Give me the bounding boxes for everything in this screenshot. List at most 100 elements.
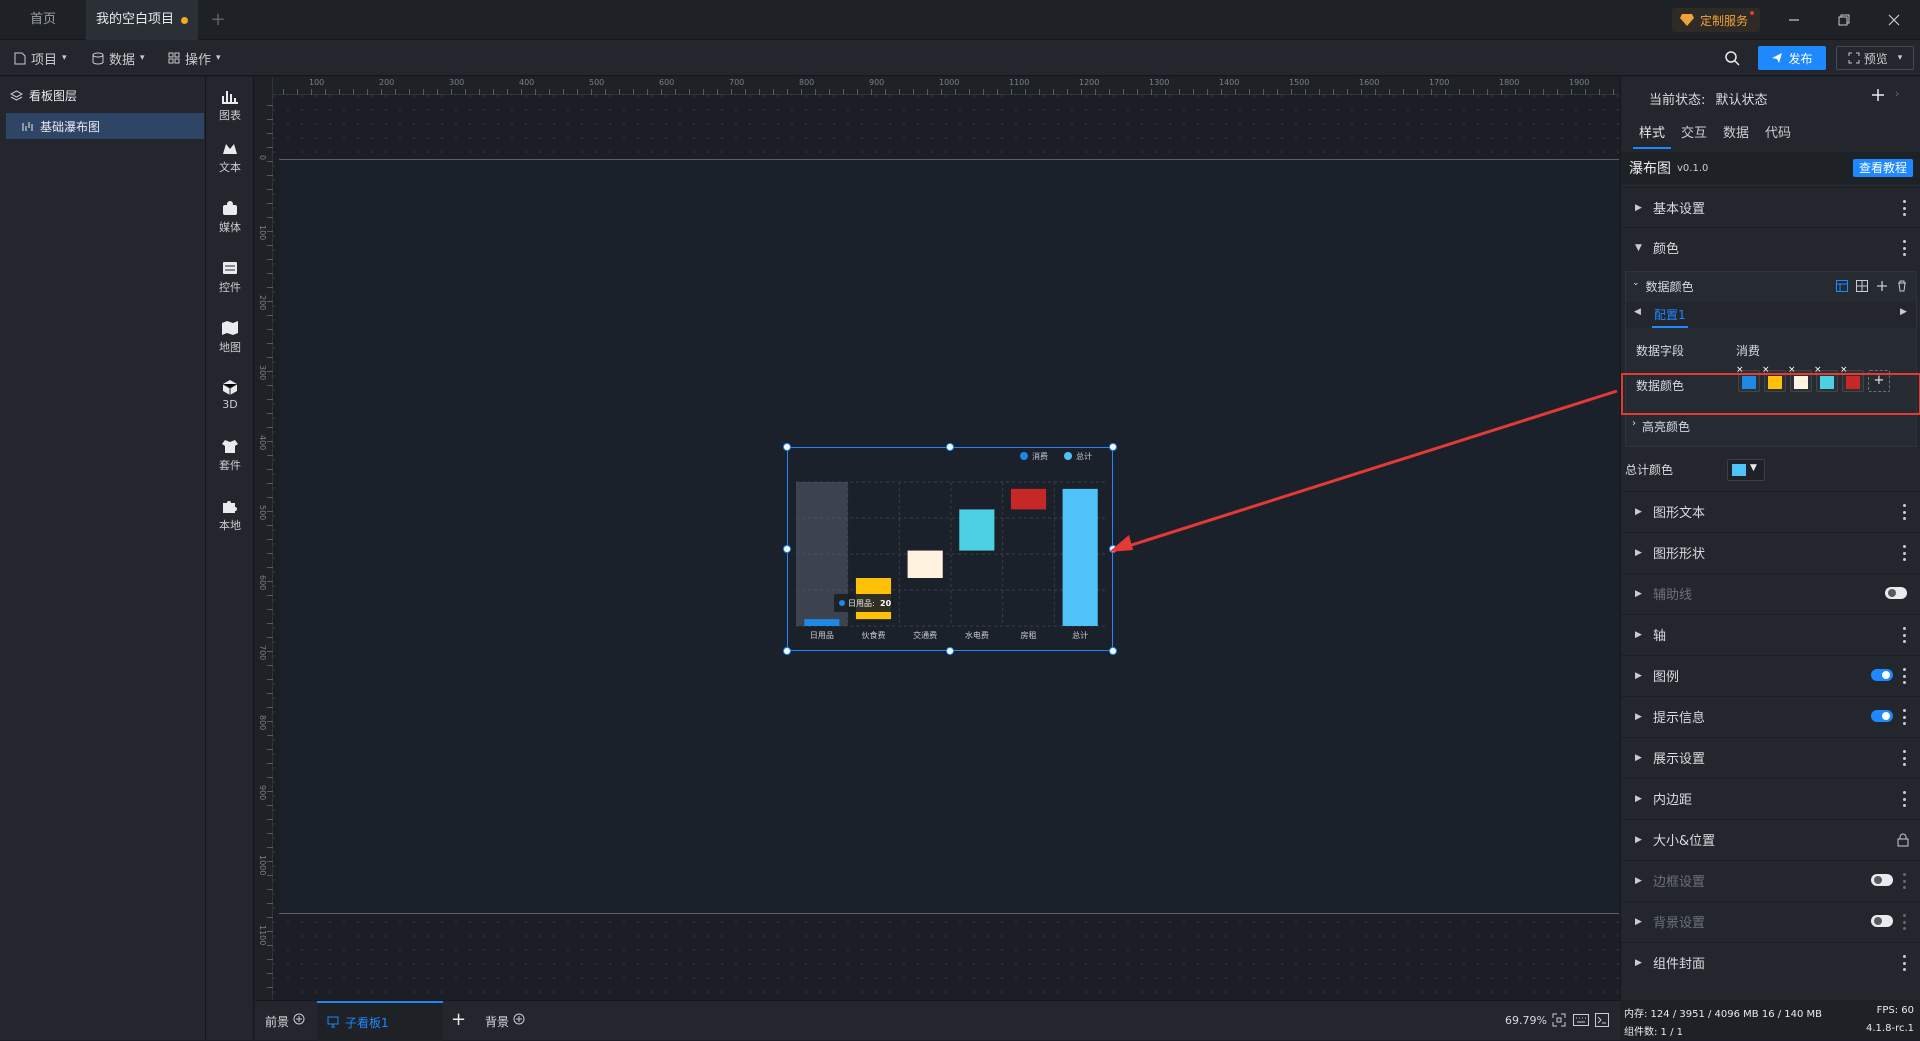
caret-left-icon[interactable]: ◀ [1634, 307, 1641, 317]
section-size-position[interactable]: ▶ 大小&位置 [1621, 819, 1920, 859]
tool-widget[interactable]: 控件 [206, 251, 254, 303]
menu-data[interactable]: 数据 ▾ [92, 40, 145, 76]
waterfall-chart-component[interactable]: 日用品 伙食费 交通费 水电费 房租 总计 消费 总计 日用品: 20 [787, 447, 1113, 651]
layout-icon[interactable] [1856, 280, 1868, 292]
more-icon[interactable] [1903, 914, 1907, 930]
tab-home[interactable]: 首页 [0, 0, 86, 40]
tool-media[interactable]: 媒体 [206, 191, 254, 243]
terminal-icon[interactable] [1595, 1013, 1609, 1027]
tab-interaction[interactable]: 交互 [1675, 119, 1713, 149]
section-tooltip[interactable]: ▶ 提示信息 [1621, 696, 1920, 736]
bar[interactable] [907, 550, 943, 578]
more-icon[interactable] [1903, 791, 1907, 807]
tab-data[interactable]: 数据 [1717, 119, 1755, 149]
minimize-icon[interactable] [1786, 12, 1802, 28]
section-color[interactable]: ▼ 颜色 [1621, 227, 1920, 267]
section-cover[interactable]: ▶ 组件封面 [1621, 942, 1920, 982]
legend-label[interactable]: 总计 [1076, 451, 1092, 461]
total-color-picker[interactable]: ▼ [1727, 459, 1765, 481]
tool-map[interactable]: 地图 [206, 311, 254, 363]
section-background[interactable]: ▶ 背景设置 [1621, 901, 1920, 941]
highlight-color-row[interactable]: › 高亮颜色 [1632, 418, 1690, 435]
tool-text[interactable]: 文本 [206, 131, 254, 183]
tool-chart[interactable]: 图表 [206, 79, 254, 131]
section-graph-shape[interactable]: ▶ 图形形状 [1621, 532, 1920, 572]
canvas-area[interactable]: 100 200 300 400 500 600 700 800 900 1000 1100 1200 1… [255, 77, 1619, 1000]
bar[interactable] [1010, 488, 1047, 510]
data-field-value[interactable]: 消费 [1736, 342, 1760, 359]
resize-handle[interactable] [783, 443, 791, 451]
more-icon[interactable] [1903, 873, 1907, 889]
tab-project[interactable]: 我的空白项目 [86, 0, 198, 40]
add-state-icon[interactable] [1870, 87, 1886, 103]
sub-board-tab[interactable]: 子看板1 [317, 1001, 443, 1041]
tool-kit[interactable]: 套件 [206, 429, 254, 481]
chevron-down-icon[interactable]: ▾ [1898, 53, 1903, 63]
guide-line-toggle[interactable] [1885, 587, 1907, 599]
config-tab-1[interactable]: 配置1 [1652, 306, 1688, 328]
restore-icon[interactable] [1836, 12, 1852, 28]
legend-label[interactable]: 消费 [1032, 451, 1048, 461]
plus-icon[interactable] [1876, 280, 1888, 292]
background-toggle[interactable] [1871, 915, 1893, 927]
layer-item[interactable]: 基础瀑布图 [6, 113, 204, 139]
fit-screen-icon[interactable] [1552, 1013, 1566, 1027]
more-icon[interactable] [1903, 750, 1907, 766]
bar[interactable] [804, 619, 840, 626]
resize-handle[interactable] [783, 545, 791, 553]
more-icon[interactable] [1903, 709, 1907, 725]
section-display[interactable]: ▶ 展示设置 [1621, 737, 1920, 777]
resize-handle[interactable] [783, 647, 791, 655]
tool-3d[interactable]: 3D [206, 369, 254, 421]
more-icon[interactable] [1903, 504, 1907, 520]
custom-service-button[interactable]: 定制服务 [1672, 8, 1760, 32]
border-toggle[interactable] [1871, 874, 1893, 886]
section-guide-line[interactable]: ▶ 辅助线 [1621, 573, 1920, 613]
resize-handle[interactable] [946, 443, 954, 451]
tab-code[interactable]: 代码 [1759, 119, 1797, 149]
section-padding[interactable]: ▶ 内边距 [1621, 778, 1920, 818]
resize-handle[interactable] [1109, 647, 1117, 655]
preview-button[interactable]: 预览 ▾ [1836, 46, 1914, 70]
lock-icon[interactable] [1897, 833, 1909, 847]
keyboard-icon[interactable] [1573, 1014, 1589, 1026]
publish-button[interactable]: 发布 [1758, 46, 1826, 70]
table-icon[interactable] [1836, 280, 1848, 292]
caret-right-icon[interactable]: ▶ [1900, 307, 1907, 317]
section-graph-text[interactable]: ▶ 图形文本 [1621, 491, 1920, 531]
more-icon[interactable] [1903, 955, 1907, 971]
menu-operate[interactable]: 操作 ▾ [168, 40, 221, 76]
add-circle-icon[interactable] [513, 1013, 525, 1025]
section-axis[interactable]: ▶ 轴 [1621, 614, 1920, 654]
more-icon[interactable] [1903, 240, 1907, 256]
horizontal-ruler[interactable]: 100 200 300 400 500 600 700 800 900 1000 1100 1200 1… [255, 77, 1619, 95]
legend-toggle[interactable] [1871, 669, 1893, 681]
search-icon[interactable] [1724, 50, 1740, 66]
more-icon[interactable] [1903, 200, 1907, 216]
chevron-right-icon[interactable]: › [1895, 87, 1899, 100]
resize-handle[interactable] [946, 647, 954, 655]
tool-local[interactable]: 本地 [206, 489, 254, 541]
vertical-ruler[interactable]: 0 100 200 300 400 500 600 700 800 900 1000 1100 [255, 77, 273, 1000]
bar[interactable] [1062, 488, 1098, 626]
foreground-tab[interactable]: 前景 [265, 1013, 305, 1030]
bar[interactable] [959, 509, 995, 551]
menu-project[interactable]: 项目 ▾ [14, 40, 67, 76]
more-icon[interactable] [1903, 545, 1907, 561]
section-legend[interactable]: ▶ 图例 [1621, 655, 1920, 695]
tab-style[interactable]: 样式 [1633, 119, 1672, 149]
data-color-group-header[interactable]: ⌄ 数据颜色 [1632, 278, 1694, 295]
trash-icon[interactable] [1896, 280, 1908, 292]
add-board-icon[interactable]: + [451, 1011, 466, 1029]
more-icon[interactable] [1903, 627, 1907, 643]
zoom-level[interactable]: 69.79% [1505, 1014, 1547, 1027]
section-basic[interactable]: ▶ 基本设置 [1621, 187, 1920, 227]
tutorial-button[interactable]: 查看教程 [1852, 159, 1913, 177]
add-tab-icon[interactable]: + [208, 10, 228, 30]
add-circle-icon[interactable] [293, 1013, 305, 1025]
tooltip-toggle[interactable] [1871, 710, 1893, 722]
more-icon[interactable] [1903, 668, 1907, 684]
section-border[interactable]: ▶ 边框设置 [1621, 860, 1920, 900]
close-icon[interactable] [1886, 12, 1902, 28]
background-tab[interactable]: 背景 [485, 1013, 525, 1030]
